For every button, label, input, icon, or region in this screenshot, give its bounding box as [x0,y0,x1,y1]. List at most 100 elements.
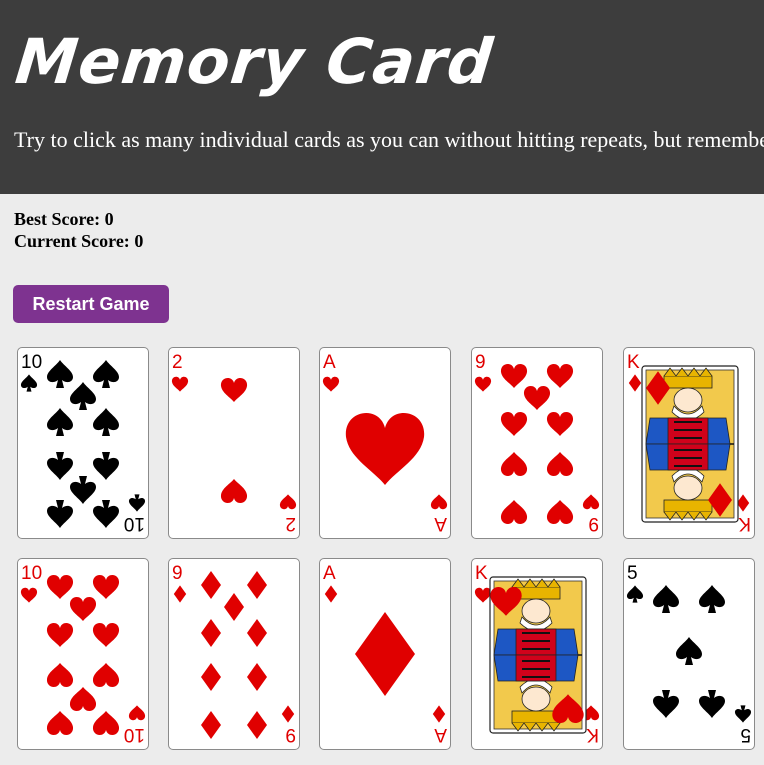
suit-pip-icon [546,452,574,477]
playing-card[interactable]: KK [623,347,755,539]
suit-pip-icon [699,690,725,718]
suit-pip-icon [69,596,97,621]
card-rank-top: K [627,352,640,373]
suit-pip-icon [220,377,248,402]
suit-pip-icon [47,500,73,528]
card-rank-bottom: 2 [285,513,296,534]
card-face: AA [322,352,448,534]
corner-suit-icon [171,376,189,392]
card-rank-top: 10 [21,563,42,584]
suit-pip-icon [201,619,221,647]
corner-suit-icon [324,585,338,603]
score-panel: Best Score: 0 Current Score: 0 [14,208,143,252]
suit-pip-icon [523,385,551,410]
playing-card[interactable]: 10 10 [17,558,149,750]
app-header: Memory Card Try to click as many individ… [0,0,764,194]
suit-pip-icon [47,360,73,388]
suit-pip-icon [500,452,528,477]
corner-suit-icon [582,494,600,510]
suit-pip-icon [92,574,120,599]
suit-pip-icon [93,408,119,436]
suit-pip-icon [201,571,221,599]
best-score-value: 0 [104,209,114,229]
suit-pip-icon [92,622,120,647]
card-rank-top: 2 [172,352,183,373]
playing-card[interactable]: AA [319,347,451,539]
page-title: Memory Card [12,25,497,98]
suit-pip-icon [46,711,74,736]
suit-pip-icon [546,500,574,525]
playing-card[interactable]: 99 [471,347,603,539]
suit-pip-icon [224,593,244,621]
suit-pip-icon [546,411,574,436]
suit-pip-icon [699,585,725,613]
corner-suit-icon [736,494,750,512]
suit-pip-icon [500,500,528,525]
playing-card[interactable]: 10 10 [17,347,149,539]
card-face: KK [474,563,600,745]
best-score: Best Score: 0 [14,208,143,230]
corner-suit-icon [430,494,448,510]
corner-suit-icon [474,587,492,603]
suit-pip-icon [92,711,120,736]
playing-card[interactable]: KK [471,558,603,750]
card-face: AA [323,563,447,745]
playing-card[interactable]: AA [319,558,451,750]
corner-suit-icon [734,705,752,723]
playing-card[interactable]: 22 [168,347,300,539]
corner-suit-icon [279,494,297,510]
card-face: 10 10 [20,563,146,745]
corner-suit-icon [128,705,146,721]
card-rank-top: A [323,352,336,373]
corner-suit-icon [628,374,642,392]
corner-suit-icon [20,587,38,603]
suit-pip-icon [47,408,73,436]
playing-card[interactable]: 55 [623,558,755,750]
corner-suit-icon [432,705,446,723]
card-rank-top: 5 [627,563,638,584]
card-rank-bottom: 10 [124,513,145,534]
card-rank-top: 9 [172,563,183,584]
corner-suit-icon [626,585,644,603]
card-rank-bottom: A [434,724,447,745]
suit-pip-icon [46,622,74,647]
suit-pip-icon [546,363,574,388]
suit-pip-icon [93,360,119,388]
suit-pip-icon [70,476,96,504]
card-rank-top: K [475,563,488,584]
suit-pip-icon [247,571,267,599]
restart-game-button[interactable]: Restart Game [13,285,169,323]
suit-pip-icon [653,690,679,718]
suit-pip-icon [345,412,425,485]
card-face: KK [627,352,751,534]
suit-pip-icon [500,411,528,436]
card-rank-bottom: K [738,513,751,534]
current-score-label: Current Score: [14,231,130,251]
card-rank-top: A [323,563,336,584]
card-rank-bottom: 10 [124,724,145,745]
suit-pip-icon [92,663,120,688]
suit-pip-icon [220,479,248,504]
card-face: 22 [171,352,297,534]
card-rank-bottom: A [434,513,447,534]
playing-card[interactable]: 99 [168,558,300,750]
card-face: 99 [172,563,296,745]
suit-pip-icon [69,687,97,712]
best-score-label: Best Score: [14,209,101,229]
suit-pip-icon [201,711,221,739]
suit-pip-icon [46,663,74,688]
suit-pip-icon [355,612,415,696]
card-face: 55 [626,563,752,745]
suit-pip-icon [247,711,267,739]
suit-pip-icon [70,382,96,410]
corner-suit-icon [20,374,38,392]
corner-suit-icon [474,376,492,392]
corner-suit-icon [322,376,340,392]
suit-pip-icon [46,574,74,599]
suit-pip-icon [201,663,221,691]
suit-pip-icon [247,663,267,691]
current-score: Current Score: 0 [14,230,143,252]
card-rank-bottom: K [586,724,599,745]
suit-pip-icon [676,637,702,665]
corner-suit-icon [281,705,295,723]
